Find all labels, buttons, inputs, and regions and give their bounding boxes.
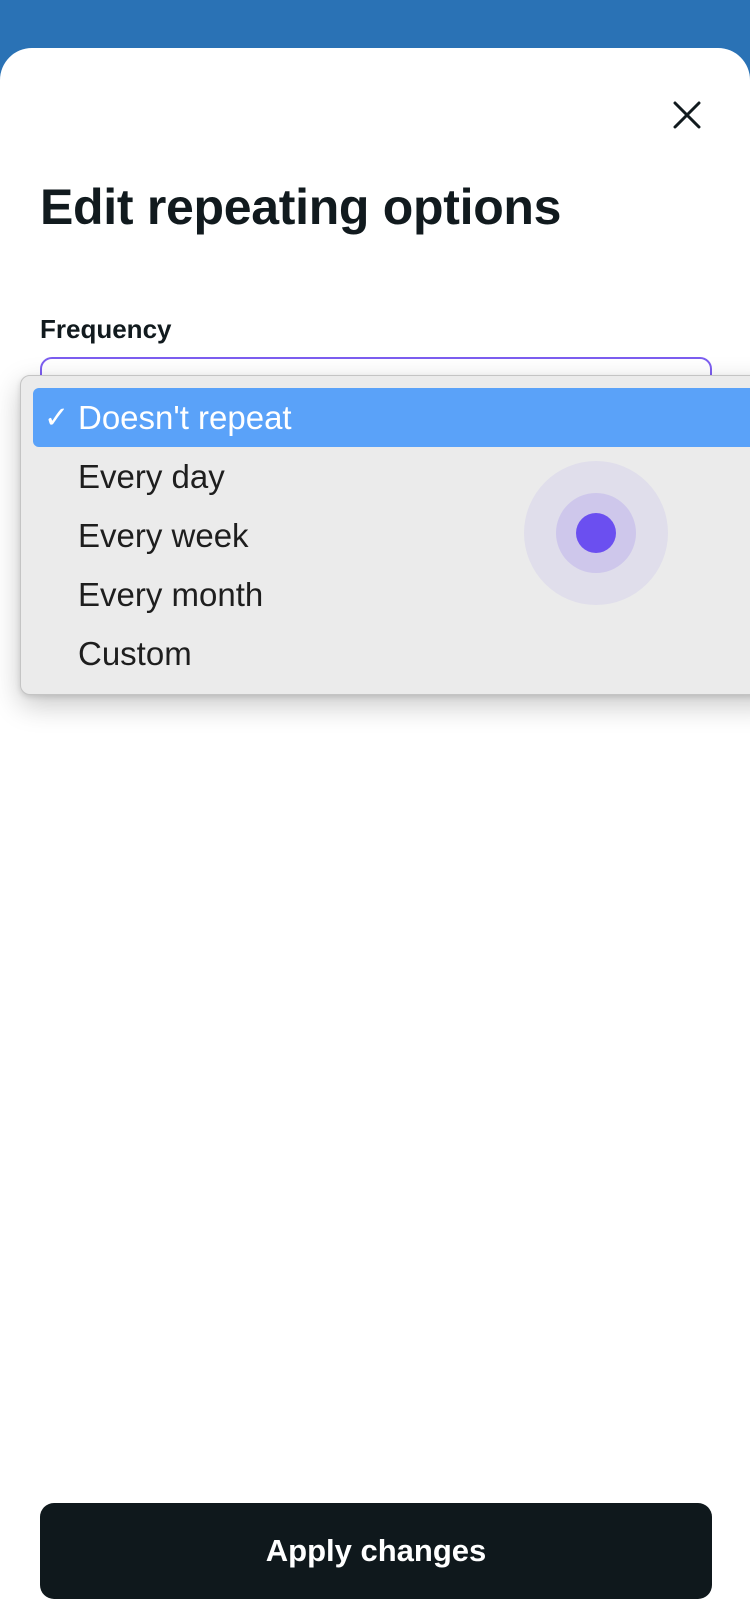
close-button[interactable] [667, 95, 707, 135]
frequency-label: Frequency [40, 314, 172, 344]
close-icon [673, 101, 701, 129]
option-label: Every week [78, 516, 249, 554]
option-label: Doesn't repeat [78, 398, 292, 436]
option-label: Custom [78, 634, 192, 672]
option-doesnt-repeat[interactable]: ✓ Doesn't repeat [33, 388, 750, 447]
option-custom[interactable]: Custom [33, 624, 750, 683]
apply-changes-button[interactable]: Apply changes [40, 1503, 712, 1599]
option-label: Every day [78, 457, 225, 495]
touch-indicator-dot [576, 513, 616, 553]
bottom-sheet [0, 48, 750, 1624]
checkmark-icon: ✓ [44, 401, 70, 434]
option-label: Every month [78, 575, 264, 613]
page-title: Edit repeating options [40, 179, 562, 235]
